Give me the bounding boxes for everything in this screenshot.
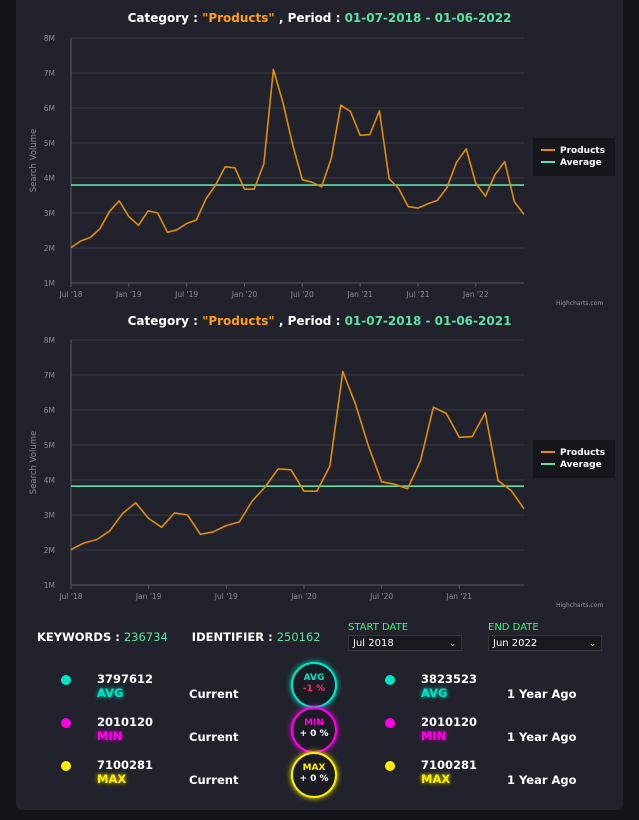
end-date-select[interactable]: Jun 2022 ⌄ — [488, 635, 602, 651]
search-volume-chart-1: 1M 2M 3M 4M 5M 6M 7M 8M Jul '18 Jan '19 Jul '19 Jan… — [29, 34, 615, 299]
max-past-value: 7100281 — [421, 758, 478, 772]
min-current-label: MIN — [97, 729, 123, 743]
end-date-label: END DATE — [488, 622, 539, 633]
avg-past-period: 1 Year Ago — [507, 687, 577, 701]
identifier-value: 250162 — [276, 630, 321, 644]
chart-1-legend-item-products[interactable]: Products — [560, 146, 605, 156]
max-past-period: 1 Year Ago — [507, 773, 577, 787]
chart-1-x-tick-label: Jul '21 — [405, 290, 429, 299]
min-past-label: MIN — [421, 729, 447, 743]
chart-2-y-tick-label: 8M — [44, 336, 55, 345]
chart-1-y-tick-label: 1M — [44, 279, 55, 288]
chart-2-y-axis-label: Search Volume — [29, 431, 39, 495]
min-badge-change: + 0 % — [299, 729, 329, 739]
max-current-value: 7100281 — [97, 758, 154, 772]
chevron-down-icon: ⌄ — [589, 639, 596, 648]
min-current-period: Current — [189, 730, 239, 744]
chart-2-y-tick-label: 4M — [44, 476, 55, 485]
avg-change-badge: AVG -1 % — [291, 662, 337, 708]
max-current-label: MAX — [97, 772, 127, 786]
end-date-value: Jun 2022 — [493, 638, 538, 649]
min-past-period: 1 Year Ago — [507, 730, 577, 744]
chart-1-x-tick-label: Jul '18 — [58, 290, 82, 299]
avg-current-label: AVG — [97, 686, 124, 700]
avg-dot-icon — [385, 675, 395, 685]
avg-past-value: 3823523 — [421, 672, 478, 686]
chart-1-y-tick-label: 7M — [44, 69, 55, 78]
avg-current-period: Current — [189, 687, 239, 701]
start-date-value: Jul 2018 — [353, 638, 394, 649]
chart-2-x-tick-label: Jul '19 — [214, 592, 238, 601]
keywords-value: 236734 — [123, 630, 168, 644]
chart-2-x-tick-label: Jan '21 — [446, 592, 473, 601]
max-current-period: Current — [189, 773, 239, 787]
start-date-select[interactable]: Jul 2018 ⌄ — [348, 635, 462, 651]
chart-2-series-products-line[interactable] — [70, 370, 525, 551]
start-date-block: START DATE Jul 2018 ⌄ — [348, 622, 462, 651]
chart-2-x-tick-label: Jan '20 — [290, 592, 317, 601]
min-badge-label: MIN — [304, 718, 324, 728]
chevron-down-icon: ⌄ — [449, 639, 456, 648]
chart-2-y-tick-label: 6M — [44, 406, 55, 415]
chart-1-y-tick-label: 5M — [44, 139, 55, 148]
chart-2-legend-item-products[interactable]: Products — [560, 448, 605, 458]
chart-1-x-tick-label: Jan '21 — [346, 290, 373, 299]
avg-badge-change: -1 % — [302, 684, 326, 694]
chart-2-credit[interactable]: Highcharts.com — [556, 602, 603, 609]
max-badge-label: MAX — [302, 763, 326, 773]
chart-1-y-tick-label: 3M — [44, 209, 55, 218]
start-date-label: START DATE — [348, 622, 409, 633]
chart-2-x-tick-label: Jan '19 — [135, 592, 162, 601]
chart-2-x-tick-label: Jul '20 — [369, 592, 393, 601]
max-dot-icon — [61, 761, 71, 771]
chart-1-y-axis-label: Search Volume — [29, 129, 39, 193]
min-current-value: 2010120 — [97, 715, 154, 729]
chart-1-x-tick-label: Jul '20 — [290, 290, 314, 299]
chart-1-y-tick-label: 8M — [44, 34, 55, 43]
max-change-badge: MAX + 0 % — [291, 752, 337, 798]
chart-1-x-tick-label: Jan '19 — [115, 290, 142, 299]
avg-dot-icon — [61, 675, 71, 685]
chart-1-series-products-line[interactable] — [70, 68, 525, 249]
chart-2-y-tick-label: 1M — [44, 581, 55, 590]
identifier-label: IDENTIFIER : — [191, 630, 273, 644]
chart-1-credit[interactable]: Highcharts.com — [556, 300, 603, 307]
chart-1-legend-item-average[interactable]: Average — [560, 158, 602, 168]
chart-2-legend — [533, 440, 615, 478]
chart-2-y-tick-label: 2M — [44, 546, 55, 555]
keywords-label: KEYWORDS : — [37, 630, 120, 644]
chart-2-y-tick-label: 7M — [44, 371, 55, 380]
chart-2-y-tick-label: 5M — [44, 441, 55, 450]
min-dot-icon — [385, 718, 395, 728]
avg-badge-label: AVG — [303, 673, 325, 683]
max-badge-change: + 0 % — [299, 774, 329, 784]
chart-1-x-tick-label: Jul '19 — [174, 290, 198, 299]
chart-1-x-tick-label: Jan '22 — [462, 290, 489, 299]
end-date-block: END DATE Jun 2022 ⌄ — [488, 622, 602, 651]
stats-row: KEYWORDS : 236734 IDENTIFIER : 250162 — [37, 630, 321, 644]
chart-1-y-tick-label: 2M — [44, 244, 55, 253]
min-change-badge: MIN + 0 % — [291, 707, 337, 753]
min-past-value: 2010120 — [421, 715, 478, 729]
max-past-label: MAX — [421, 772, 451, 786]
chart-2-legend-item-average[interactable]: Average — [560, 460, 602, 470]
chart-2-y-tick-label: 3M — [44, 511, 55, 520]
chart-1-x-tick-label: Jan '20 — [231, 290, 258, 299]
avg-current-value: 3797612 — [97, 672, 154, 686]
max-dot-icon — [385, 761, 395, 771]
search-volume-chart-2: 1M 2M 3M 4M 5M 6M 7M 8M Jul '18 Jan '19 Jul '19 Jan… — [29, 336, 615, 601]
chart-2-x-tick-label: Jul '18 — [58, 592, 82, 601]
min-dot-icon — [61, 718, 71, 728]
avg-past-label: AVG — [421, 686, 448, 700]
chart-1-y-tick-label: 6M — [44, 104, 55, 113]
chart-1-y-tick-label: 4M — [44, 174, 55, 183]
chart-1-legend — [533, 138, 615, 176]
